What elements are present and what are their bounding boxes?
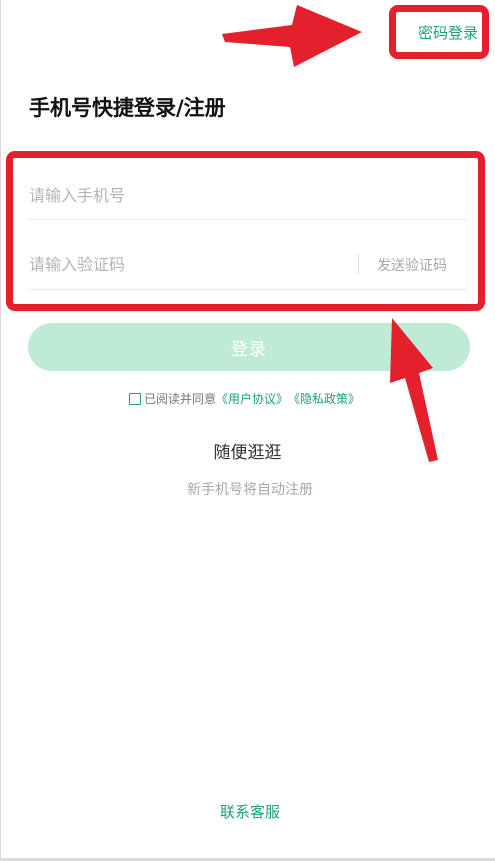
- annotation-arrow-right: [390, 318, 438, 462]
- arrow-icon: [222, 5, 438, 462]
- annotation-arrow-top: [222, 5, 362, 67]
